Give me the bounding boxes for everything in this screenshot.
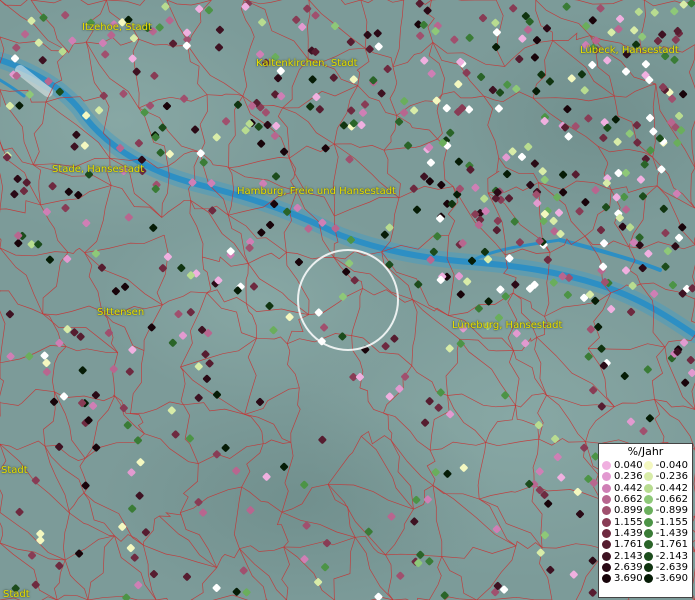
legend-title: %/Jahr [627, 445, 664, 458]
legend-swatch [602, 461, 611, 471]
legend-value: 0.442 [614, 482, 643, 494]
legend-entry: 0.236 [602, 471, 643, 482]
legend-negative-column: -0.040 -0.236 -0.442 -0.662 -0.899 -1.155 -1.4… [643, 460, 688, 585]
legend-value: 0.899 [614, 505, 643, 517]
legend-swatch [643, 551, 653, 561]
legend-value: 3.690 [614, 573, 643, 585]
legend-entry: -0.442 [643, 482, 688, 494]
legend-positive-column: 0.040 0.236 0.442 0.662 0.899 1.155 1.439 1.761… [602, 460, 643, 584]
legend-value: -0.662 [655, 494, 688, 506]
legend-entry: -1.761 [643, 539, 688, 551]
legend-swatch [643, 517, 653, 527]
legend-value: -1.439 [655, 527, 688, 539]
legend-value: -1.761 [655, 539, 688, 551]
legend-entry: 3.690 [602, 573, 643, 584]
city-label-kaltenkirchen: Kaltenkirchen, Stadt [256, 58, 358, 69]
legend-swatch [643, 562, 653, 572]
legend-entry: -1.439 [643, 527, 688, 539]
legend-swatch [602, 495, 611, 505]
legend-entry: -0.040 [643, 460, 688, 472]
legend-value: 1.155 [614, 516, 643, 528]
legend-entry: -2.639 [643, 561, 688, 573]
legend-value: -0.442 [655, 482, 688, 494]
legend-value: 2.143 [614, 550, 643, 562]
legend-entry: -0.236 [643, 471, 688, 483]
city-label-hamburg: Hamburg, Freie und Hansestadt [237, 186, 396, 197]
city-label-stadt-west: Stadt [1, 465, 28, 476]
legend-swatch [643, 472, 653, 482]
legend-swatch [643, 528, 653, 538]
legend-entry: -0.899 [643, 505, 688, 517]
legend-entry: 0.899 [602, 505, 643, 516]
legend-entry: 2.639 [602, 562, 643, 573]
city-label-luebeck: Lübeck, Hansestadt [580, 45, 679, 56]
legend-swatch [602, 574, 611, 584]
legend-value: 0.236 [614, 471, 643, 483]
legend-value: -0.899 [655, 505, 688, 517]
legend-entry: 1.439 [602, 528, 643, 539]
legend-swatch [602, 528, 611, 538]
map-canvas[interactable] [0, 0, 695, 600]
legend-swatch [602, 540, 611, 550]
legend-swatch [643, 495, 653, 505]
legend-swatch [602, 472, 611, 482]
legend-entry: 1.155 [602, 516, 643, 528]
legend-swatch [643, 540, 653, 550]
legend-entry: -2.143 [643, 550, 688, 562]
legend-entry: 0.662 [602, 494, 643, 505]
legend-value: 0.662 [614, 494, 643, 506]
legend-swatch [602, 562, 611, 572]
legend-entry: 2.143 [602, 550, 643, 562]
legend-value: -0.040 [655, 460, 688, 472]
legend-value: 1.761 [614, 539, 643, 551]
legend-swatch [643, 506, 653, 516]
legend: %/Jahr 0.040 0.236 0.442 0.662 0.899 1.155 1.4… [598, 443, 693, 598]
legend-value: 0.040 [614, 460, 643, 472]
legend-entry: -1.155 [643, 516, 688, 528]
legend-entry: -0.662 [643, 494, 688, 506]
legend-swatch [602, 517, 611, 527]
legend-entry: 1.761 [602, 539, 643, 550]
legend-value: -2.639 [655, 561, 688, 573]
city-label-lueneburg: Lüneburg, Hansestadt [452, 320, 563, 331]
legend-swatch [643, 483, 653, 493]
legend-swatch [643, 574, 653, 584]
legend-swatch [602, 551, 611, 561]
legend-entry: 0.040 [602, 460, 643, 471]
legend-entry: 0.442 [602, 483, 643, 494]
legend-swatch [602, 483, 611, 493]
legend-value: -0.236 [655, 471, 688, 483]
legend-swatch [643, 461, 653, 471]
legend-value: 2.639 [614, 561, 643, 573]
map-view[interactable]: Itzehoe, Stadt Kaltenkirchen, Stadt Lübe… [0, 0, 695, 600]
legend-value: -1.155 [655, 516, 688, 528]
city-label-stade: Stade, Hansestadt [52, 164, 145, 175]
city-label-stadt-south: Stadt [3, 589, 30, 600]
legend-value: 1.439 [614, 527, 643, 539]
legend-entry: -3.690 [643, 573, 688, 585]
legend-swatch [602, 506, 611, 516]
city-label-sittensen: Sittensen [97, 307, 145, 318]
legend-value: -2.143 [655, 550, 688, 562]
legend-value: -3.690 [655, 573, 688, 585]
city-label-itzehoe: Itzehoe, Stadt [82, 22, 152, 33]
